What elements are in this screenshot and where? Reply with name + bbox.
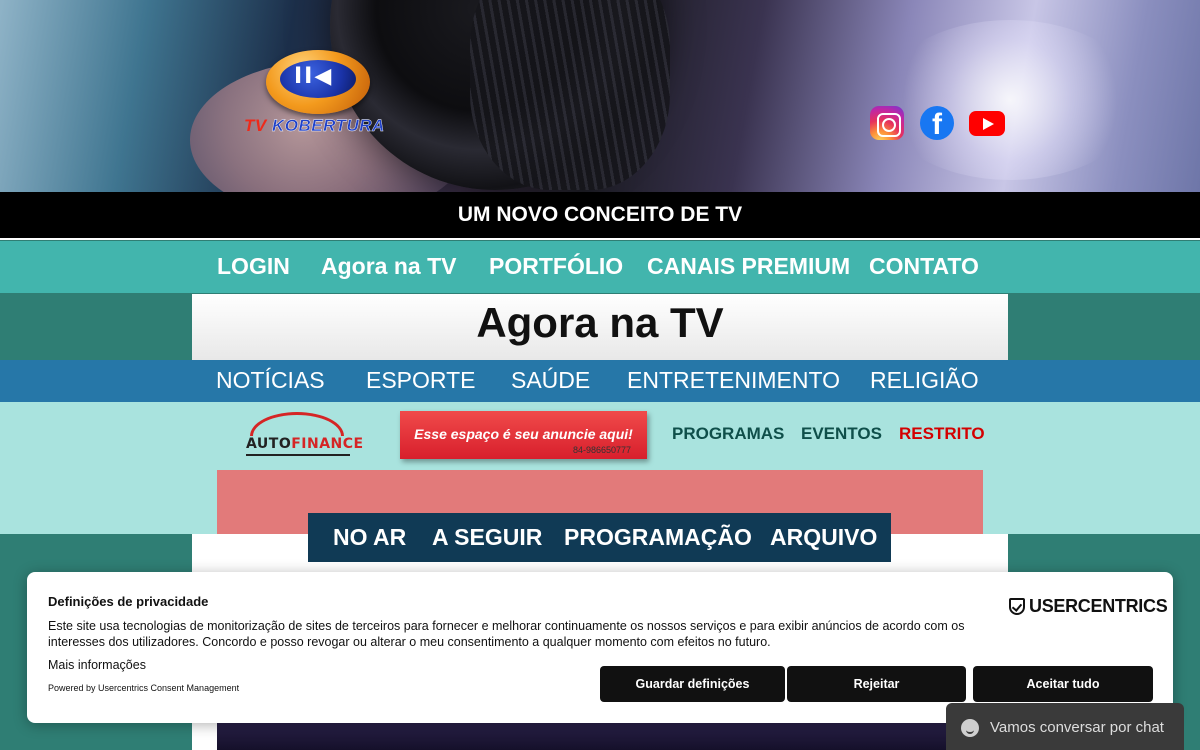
main-nav-contato[interactable]: CONTATO xyxy=(869,253,979,280)
category-noticias[interactable]: NOTÍCIAS xyxy=(216,367,325,394)
ad-text: Esse espaço é seu anuncie aqui! xyxy=(414,426,633,442)
autofinance-text-a: AUTO xyxy=(246,436,292,452)
chat-widget[interactable]: Vamos conversar por chat xyxy=(946,703,1184,750)
smiley-icon xyxy=(961,719,979,737)
main-nav-portfolio[interactable]: PORTFÓLIO xyxy=(489,253,623,280)
hero-light-flare xyxy=(880,20,1140,180)
main-nav-agora-na-tv[interactable]: Agora na TV xyxy=(321,253,456,280)
reject-button[interactable]: Rejeitar xyxy=(787,666,966,702)
page-title: Agora na TV xyxy=(476,299,724,346)
tab-a-seguir[interactable]: A SEGUIR xyxy=(432,524,542,551)
logo-text: TV KOBERTURA xyxy=(244,116,385,136)
shield-check-icon xyxy=(1009,598,1025,615)
chat-label: Vamos conversar por chat xyxy=(990,719,1164,736)
instagram-icon[interactable] xyxy=(870,106,904,140)
sub-nav-programas[interactable]: PROGRAMAS xyxy=(672,424,784,444)
autofinance-text: AUTOFINANCE xyxy=(246,436,364,452)
sub-nav-eventos[interactable]: EVENTOS xyxy=(801,424,882,444)
category-nav: NOTÍCIAS ESPORTE SAÚDE ENTRETENIMENTO RE… xyxy=(0,360,1200,402)
privacy-consent-dialog: Definições de privacidade Este site usa … xyxy=(27,572,1173,723)
consent-title: Definições de privacidade xyxy=(48,594,209,609)
category-esporte[interactable]: ESPORTE xyxy=(366,367,476,394)
tab-arquivo[interactable]: ARQUIVO xyxy=(770,524,877,551)
page-title-box: Agora na TV xyxy=(192,294,1008,360)
hero-banner xyxy=(0,0,1200,192)
main-nav: LOGIN Agora na TV PORTFÓLIO CANAIS PREMI… xyxy=(0,241,1200,293)
autofinance-underline xyxy=(246,454,350,456)
accept-all-button[interactable]: Aceitar tudo xyxy=(973,666,1153,702)
consent-body: Este site usa tecnologias de monitorizaç… xyxy=(48,619,965,649)
sub-nav-restrito[interactable]: RESTRITO xyxy=(899,424,985,444)
main-nav-login[interactable]: LOGIN xyxy=(217,253,290,280)
category-entretenimento[interactable]: ENTRETENIMENTO xyxy=(627,367,840,394)
ad-banner[interactable]: Esse espaço é seu anuncie aqui! 84-98665… xyxy=(400,411,647,459)
schedule-tabs: NO AR A SEGUIR PROGRAMAÇÃO ARQUIVO xyxy=(308,513,891,562)
tagline-bar: UM NOVO CONCEITO DE TV xyxy=(0,192,1200,240)
logo-text-tv: TV xyxy=(244,116,267,135)
autofinance-text-b: FINANCE xyxy=(291,436,364,452)
save-settings-button[interactable]: Guardar definições xyxy=(600,666,785,702)
tab-programacao[interactable]: PROGRAMAÇÃO xyxy=(564,524,752,551)
logo-play-glyph: II◀ xyxy=(294,64,334,89)
autofinance-logo[interactable]: AUTOFINANCE xyxy=(246,412,363,458)
facebook-icon[interactable]: f xyxy=(920,106,954,140)
category-religiao[interactable]: RELIGIÃO xyxy=(870,367,979,394)
category-saude[interactable]: SAÚDE xyxy=(511,367,590,394)
main-nav-canais-premium[interactable]: CANAIS PREMIUM xyxy=(647,253,850,280)
logo-text-name: KOBERTURA xyxy=(271,116,385,135)
youtube-icon[interactable] xyxy=(969,111,1005,136)
usercentrics-logo: USERCENTRICS xyxy=(1009,596,1168,617)
tab-no-ar[interactable]: NO AR xyxy=(333,524,406,551)
consent-more-info-link[interactable]: Mais informações xyxy=(48,658,146,672)
hero-lens-ring-image xyxy=(470,0,670,190)
usercentrics-wordmark: USERCENTRICS xyxy=(1029,596,1168,616)
car-outline-icon xyxy=(250,412,344,436)
consent-powered-by: Powered by Usercentrics Consent Manageme… xyxy=(48,683,240,693)
site-logo[interactable]: II◀ TV KOBERTURA xyxy=(244,50,399,140)
ad-phone: 84-986650777 xyxy=(572,445,631,455)
